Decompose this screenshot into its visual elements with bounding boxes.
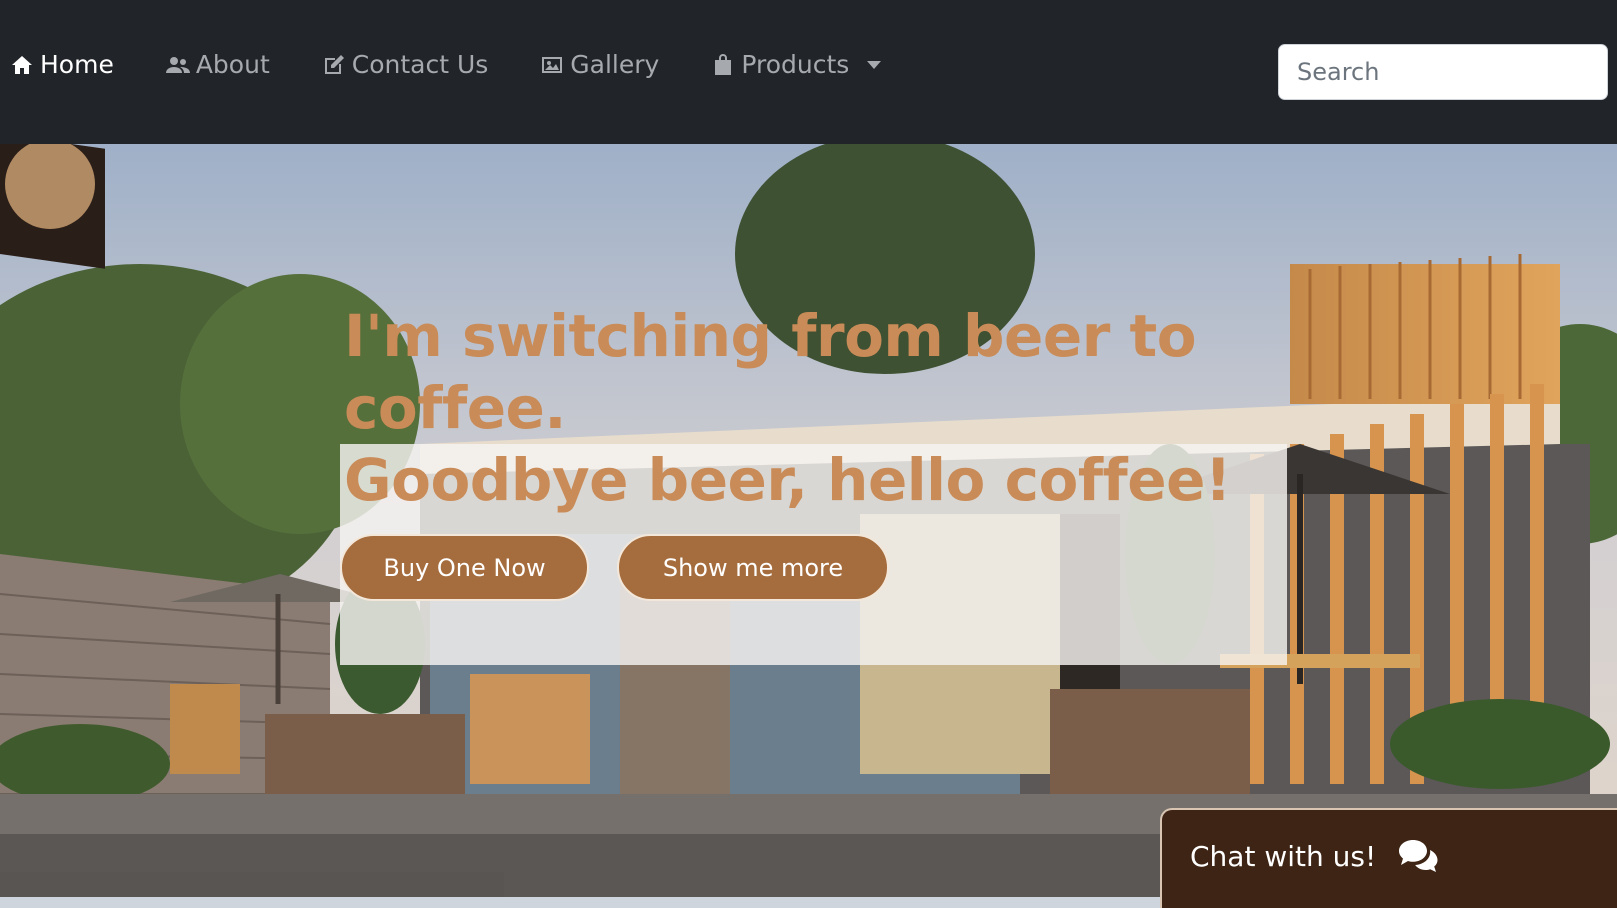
nav-item-home[interactable]: Home: [10, 50, 114, 79]
edit-icon: [324, 54, 344, 74]
nav-item-about[interactable]: About: [165, 50, 270, 79]
buy-one-now-button[interactable]: Buy One Now: [340, 534, 589, 601]
users-icon: [165, 56, 190, 73]
image-icon: [542, 56, 563, 73]
nav-item-products[interactable]: Products: [711, 50, 882, 79]
headline-line-3: Goodbye beer, hello coffee!: [344, 446, 1231, 514]
search-input[interactable]: [1278, 44, 1608, 100]
nav-item-label: Gallery: [570, 50, 660, 79]
chat-bubbles-icon: [1399, 840, 1438, 872]
home-icon: [12, 55, 32, 74]
hero-headline: I'm switching from beer to coffee. Goodb…: [344, 300, 1304, 516]
chevron-down-icon: [867, 60, 882, 69]
nav-item-gallery[interactable]: Gallery: [540, 50, 659, 79]
nav-item-label: Home: [40, 50, 114, 79]
chat-widget-button[interactable]: Chat with us!: [1160, 808, 1617, 908]
nav-item-label: About: [195, 50, 270, 79]
nav-item-label: Products: [741, 50, 850, 79]
shopping-bag-icon: [715, 53, 732, 75]
top-navbar: Home About Contact Us Gallery Products: [0, 0, 1617, 144]
headline-line-2: coffee.: [344, 374, 566, 442]
show-me-more-button[interactable]: Show me more: [617, 534, 889, 601]
headline-line-1: I'm switching from beer to: [344, 302, 1197, 370]
hero-banner: [0, 144, 1617, 897]
nav-item-label: Contact Us: [351, 50, 489, 79]
nav-list: Home About Contact Us Gallery Products: [10, 50, 933, 79]
nav-item-contact[interactable]: Contact Us: [322, 50, 489, 79]
chat-label: Chat with us!: [1190, 840, 1377, 873]
status-bar-url: [0, 872, 504, 897]
